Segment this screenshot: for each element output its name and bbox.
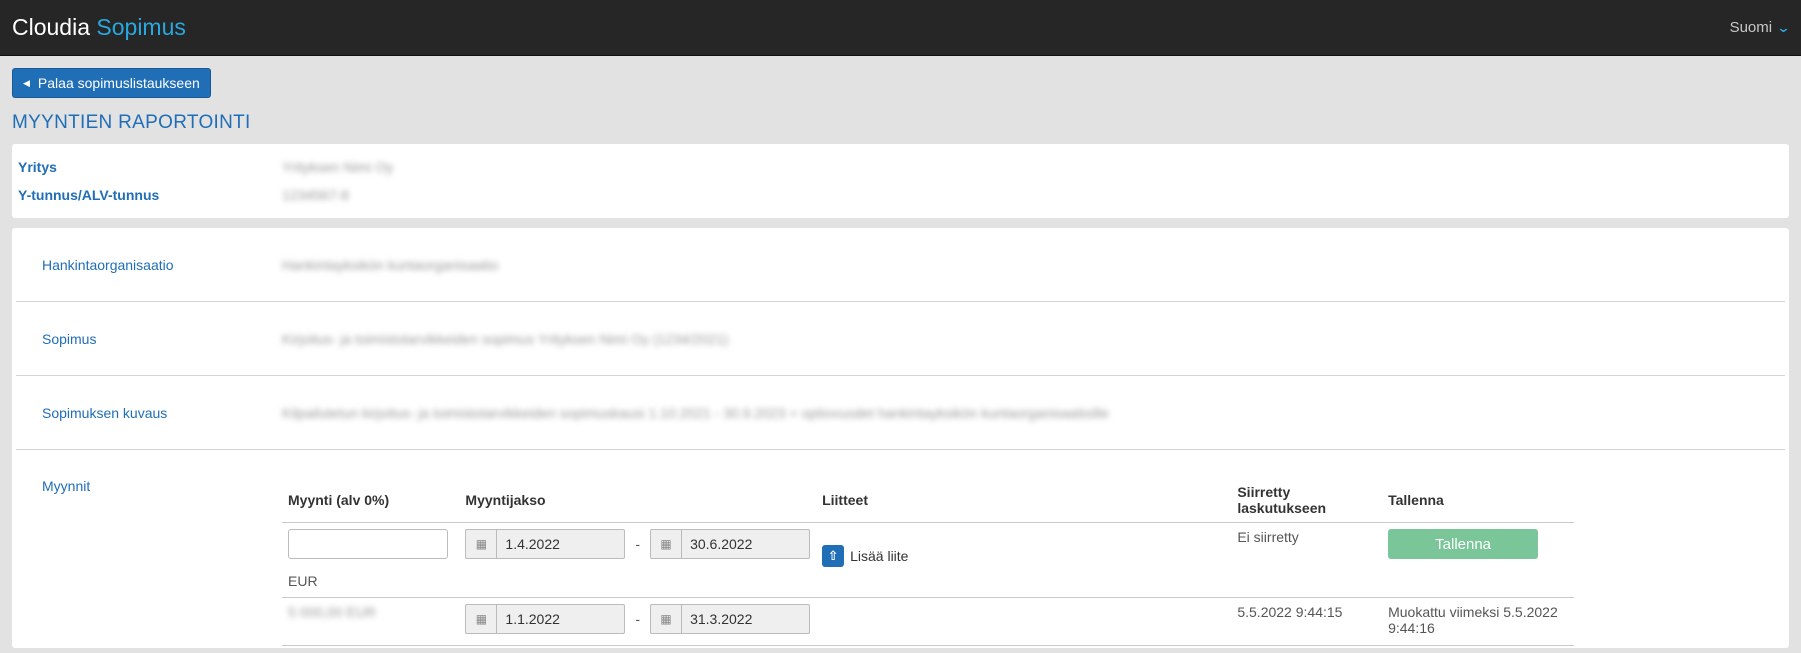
sales-label: Myynnit bbox=[42, 478, 91, 494]
header-amount: Myynti (alv 0%) bbox=[282, 478, 460, 523]
header-period: Myyntijakso bbox=[459, 478, 817, 523]
period-range: ▦ 1.4.2022 - ▦ 30.6.2022 bbox=[465, 529, 811, 559]
period-end-value: 31.3.2022 bbox=[690, 611, 753, 627]
period-end-value: 30.6.2022 bbox=[690, 536, 753, 552]
contract-value: Kirjoitus- ja toimistotarvikkeiden sopim… bbox=[282, 330, 729, 347]
period-start-value: 1.1.2022 bbox=[505, 611, 560, 627]
currency-label: EUR bbox=[288, 573, 318, 589]
amount-value: 5 000,00 EUR bbox=[288, 604, 376, 620]
company-value: Yrityksen Nimi Oy bbox=[282, 159, 394, 175]
company-info-card: Yritys Yrityksen Nimi Oy Y-tunnus/ALV-tu… bbox=[12, 144, 1789, 218]
caret-left-icon: ◀ bbox=[23, 77, 30, 88]
range-separator: - bbox=[635, 536, 641, 552]
period-cell: ▦ 1.4.2022 - ▦ 30.6.2022 bbox=[459, 522, 817, 598]
contract-details-card: Hankintaorganisaatio Hankintayksikön kun… bbox=[12, 228, 1789, 648]
procurement-org-value: Hankintayksikön kuntaorganisaatio bbox=[282, 256, 499, 273]
amount-cell: 5 000,00 EUR bbox=[282, 597, 460, 646]
business-id-value: 1234567-8 bbox=[282, 187, 349, 203]
procurement-org-row: Hankintaorganisaatio Hankintayksikön kun… bbox=[16, 228, 1785, 302]
header-transferred: Siirretty laskutukseen bbox=[1231, 478, 1383, 523]
amount-input[interactable] bbox=[288, 529, 448, 559]
table-row: EUR ▦ 1.4.2022 - ▦ 30.6.2022 ⇧ Lisää lii… bbox=[282, 522, 1574, 598]
attachments-cell bbox=[816, 597, 1232, 646]
page-title: MYYNTIEN RAPORTOINTI bbox=[12, 112, 251, 133]
language-label: Suomi bbox=[1729, 19, 1773, 36]
range-separator: - bbox=[635, 611, 641, 627]
brand-main: Cloudia bbox=[12, 14, 90, 40]
business-id-row: Y-tunnus/ALV-tunnus 1234567-8 bbox=[18, 181, 1783, 209]
procurement-org-label: Hankintaorganisaatio bbox=[42, 256, 174, 273]
period-start-field[interactable]: ▦ 1.4.2022 bbox=[465, 529, 626, 559]
contract-label: Sopimus bbox=[42, 330, 97, 347]
period-cell: ▦ 1.1.2022 - ▦ 31.3.2022 bbox=[459, 597, 817, 646]
back-to-contract-list-button[interactable]: ◀ Palaa sopimuslistaukseen bbox=[12, 68, 211, 98]
add-attachment-button[interactable]: ⇧ Lisää liite bbox=[822, 545, 1225, 567]
back-button-label: Palaa sopimuslistaukseen bbox=[37, 75, 200, 91]
contract-description-row: Sopimuksen kuvaus Kilpailutetun kirjoitu… bbox=[16, 376, 1785, 450]
business-id-label: Y-tunnus/ALV-tunnus bbox=[18, 187, 160, 203]
sales-table: Myynti (alv 0%) Myyntijakso Liitteet Sii… bbox=[282, 478, 1574, 646]
add-attachment-label: Lisää liite bbox=[850, 548, 909, 564]
calendar-icon[interactable]: ▦ bbox=[651, 605, 683, 633]
chevron-down-icon: ⌄ bbox=[1776, 19, 1791, 35]
language-selector[interactable]: Suomi ⌄ bbox=[1729, 19, 1791, 36]
period-end-field[interactable]: ▦ 31.3.2022 bbox=[650, 604, 811, 634]
contract-description-label: Sopimuksen kuvaus bbox=[42, 404, 168, 421]
calendar-icon[interactable]: ▦ bbox=[651, 530, 683, 558]
save-cell: Tallenna bbox=[1382, 522, 1574, 598]
period-start-field[interactable]: ▦ 1.1.2022 bbox=[465, 604, 626, 634]
calendar-icon[interactable]: ▦ bbox=[466, 530, 498, 558]
sales-table-header: Myynti (alv 0%) Myyntijakso Liitteet Sii… bbox=[282, 478, 1574, 523]
transferred-status: Ei siirretty bbox=[1231, 522, 1383, 598]
page-content: ◀ Palaa sopimuslistaukseen MYYNTIEN RAPO… bbox=[0, 56, 1801, 648]
top-navbar: Cloudia Sopimus Suomi ⌄ bbox=[0, 0, 1801, 56]
upload-icon: ⇧ bbox=[822, 545, 845, 567]
header-save: Tallenna bbox=[1382, 478, 1574, 523]
attachments-cell: ⇧ Lisää liite bbox=[816, 522, 1232, 598]
brand-accent: Sopimus bbox=[96, 14, 186, 40]
contract-description-value: Kilpailutetun kirjoitus- ja toimistotarv… bbox=[282, 404, 1109, 421]
save-button[interactable]: Tallenna bbox=[1388, 529, 1539, 559]
last-modified-text: Muokattu viimeksi 5.5.2022 9:44:16 bbox=[1382, 597, 1574, 646]
period-range: ▦ 1.1.2022 - ▦ 31.3.2022 bbox=[465, 604, 811, 634]
transferred-timestamp: 5.5.2022 9:44:15 bbox=[1231, 597, 1383, 646]
company-row: Yritys Yrityksen Nimi Oy bbox=[18, 153, 1783, 181]
header-attachments: Liitteet bbox=[816, 478, 1232, 523]
period-end-field[interactable]: ▦ 30.6.2022 bbox=[650, 529, 811, 559]
period-start-value: 1.4.2022 bbox=[505, 536, 560, 552]
amount-cell: EUR bbox=[282, 522, 460, 598]
table-row: 5 000,00 EUR ▦ 1.1.2022 - ▦ 31.3.2022 5.… bbox=[282, 597, 1574, 646]
company-label: Yritys bbox=[18, 159, 57, 175]
contract-row: Sopimus Kirjoitus- ja toimistotarvikkeid… bbox=[16, 302, 1785, 376]
sales-section: Myynnit Myynti (alv 0%) Myyntijakso Liit… bbox=[16, 450, 1785, 646]
calendar-icon[interactable]: ▦ bbox=[466, 605, 498, 633]
app-brand[interactable]: Cloudia Sopimus bbox=[12, 14, 186, 41]
